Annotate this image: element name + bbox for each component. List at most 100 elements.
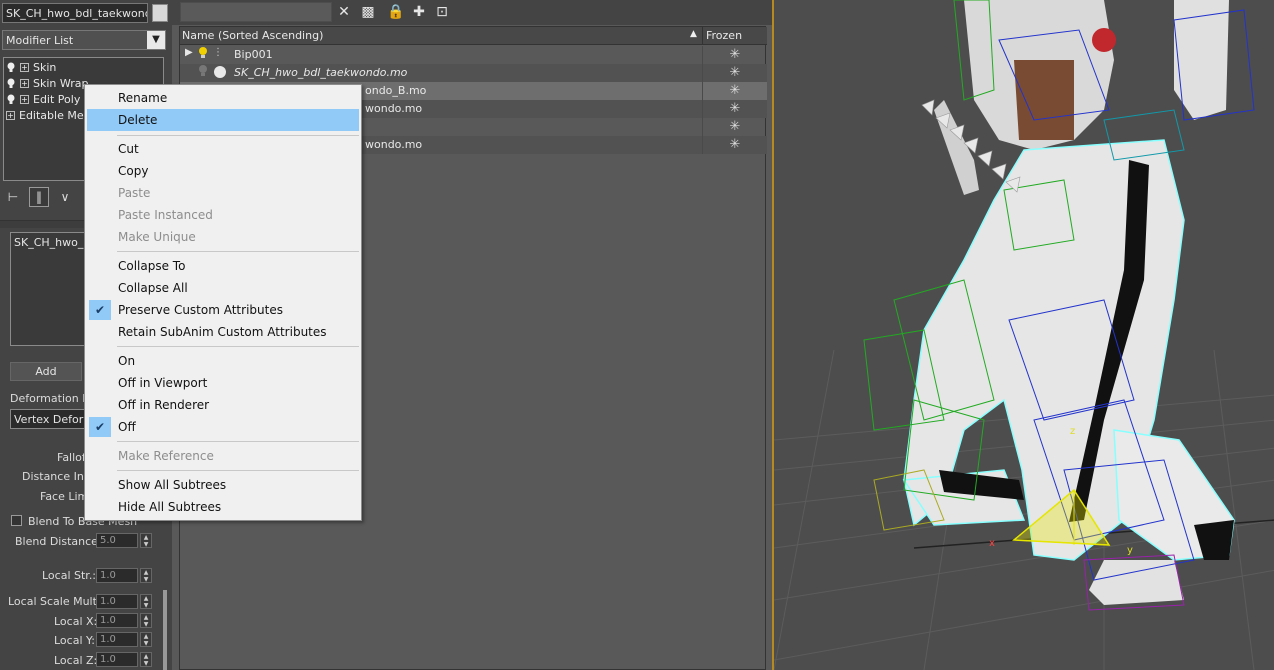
context-menu: Rename Delete Cut Copy Paste Paste Insta… [84,84,362,521]
stack-item-edit-poly[interactable]: + Edit Poly [6,91,80,107]
spinner-arrows-icon[interactable]: ▲ ▼ [140,594,152,609]
object-color-swatch[interactable] [152,4,168,22]
local-scale-mult-label: Local Scale Mult.: [8,595,105,608]
menu-separator [117,346,359,347]
spinner-arrows-icon[interactable]: ▲ ▼ [140,533,152,548]
axis-label-y: y [1127,545,1133,556]
falloff-label: Fallof [57,451,86,464]
stack-item-label: Skin Wrap [33,76,89,90]
checkmark-icon: ✔ [89,417,111,437]
chevron-down-icon[interactable]: ▼ [147,31,165,49]
scene-row-name: SK_CH_hwo_bdl_taekwondo.mo [234,66,408,79]
menu-separator [117,441,359,442]
menu-item-retain-subanim[interactable]: Retain SubAnim Custom Attributes [87,321,359,343]
scene-row[interactable]: SK_CH_hwo_bdl_taekwondo.mo ✳ [180,64,767,82]
scrollbar[interactable] [163,590,167,670]
spinner-arrows-icon[interactable]: ▲ ▼ [140,652,152,667]
blend-distance-label: Blend Distance: [15,535,102,548]
spinner-arrows-icon[interactable]: ▲ ▼ [140,568,152,583]
axis-label-x: x [989,538,995,549]
menu-item-show-all-subtrees[interactable]: Show All Subtrees [87,474,359,496]
menu-item-on[interactable]: On [87,350,359,372]
snowflake-icon[interactable]: ✳ [702,118,767,136]
perspective-viewport[interactable]: x y z [772,0,1274,670]
scene-list-header: Name (Sorted Ascending) ▲ Frozen [180,27,767,45]
spinner-arrows-icon[interactable]: ▲ ▼ [140,613,152,628]
column-header-name[interactable]: Name (Sorted Ascending) [182,29,323,42]
expand-icon[interactable]: + [20,94,29,104]
local-z-spinner[interactable]: 1.0 [96,652,138,667]
snowflake-icon[interactable]: ✳ [702,64,767,82]
snowflake-icon[interactable]: ✳ [702,136,767,154]
stack-item-skin-wrap[interactable]: + Skin Wrap [6,75,89,91]
deformation-engine-dropdown[interactable]: Vertex Deform [10,409,90,429]
menu-item-collapse-all[interactable]: Collapse All [87,277,359,299]
menu-item-paste-instanced[interactable]: Paste Instanced [87,204,359,226]
menu-separator [117,251,359,252]
snowflake-icon[interactable]: ✳ [702,82,767,100]
menu-item-hide-all-subtrees[interactable]: Hide All Subtrees [87,496,359,518]
local-y-label: Local Y: [54,634,95,647]
menu-separator [117,470,359,471]
menu-item-off-in-renderer[interactable]: Off in Renderer [87,394,359,416]
stack-item-label: Edit Poly [33,92,81,106]
column-header-frozen[interactable]: Frozen [702,27,767,45]
expand-icon[interactable]: + [20,62,29,72]
show-end-result-icon[interactable]: ‖ [29,187,49,207]
add-selection-icon[interactable]: ✚ [410,3,428,21]
select-children-icon[interactable]: ⊡ [433,3,451,21]
sphere-icon [213,65,227,82]
menu-item-label: Preserve Custom Attributes [118,303,283,317]
snowflake-icon[interactable]: ✳ [702,46,767,64]
scene-row-name: Bip001 [234,48,273,61]
lightbulb-icon[interactable] [198,46,208,63]
scene-row[interactable]: ▶ ⋮ Bip001 ✳ [180,46,767,64]
expand-arrow-icon[interactable]: ▶ [185,47,193,58]
menu-item-cut[interactable]: Cut [87,138,359,160]
scene-row-name: ondo_B.mo [365,84,427,97]
lightbulb-icon[interactable] [6,77,16,89]
lightbulb-icon[interactable] [6,93,16,105]
target-list-item[interactable]: SK_CH_hwo_b [14,236,90,249]
local-y-spinner[interactable]: 1.0 [96,632,138,647]
lightbulb-icon[interactable] [198,64,208,81]
make-unique-icon[interactable]: ∨ [55,187,75,207]
modifier-list-dropdown[interactable]: Modifier List ▼ [2,30,166,50]
menu-item-delete[interactable]: Delete [87,109,359,131]
expand-icon[interactable]: + [6,110,15,120]
blend-to-base-checkbox[interactable] [11,515,22,526]
menu-item-preserve-custom-attributes[interactable]: ✔ Preserve Custom Attributes [87,299,359,321]
menu-item-paste[interactable]: Paste [87,182,359,204]
stack-item-skin[interactable]: + Skin [6,59,56,75]
pin-stack-icon[interactable]: ⊢ [3,187,23,207]
select-all-icon[interactable]: ▩ [359,3,377,21]
stack-item-editable-mesh[interactable]: + Editable Mesh [6,107,96,123]
lightbulb-icon[interactable] [6,61,16,73]
menu-separator [117,135,359,136]
menu-item-off[interactable]: ✔ Off [87,416,359,438]
object-name-field[interactable]: SK_CH_hwo_bdl_taekwondo_ [2,3,148,23]
checkmark-icon: ✔ [89,300,111,320]
local-str-spinner[interactable]: 1.0 [96,568,138,583]
scene-row-name: wondo.mo [365,138,423,151]
expand-icon[interactable]: + [20,78,29,88]
blend-distance-spinner[interactable]: 5.0 [96,533,138,548]
menu-item-copy[interactable]: Copy [87,160,359,182]
stack-item-label: Skin [33,60,57,74]
menu-item-collapse-to[interactable]: Collapse To [87,255,359,277]
lock-icon[interactable]: 🔒 [387,3,405,21]
snowflake-icon[interactable]: ✳ [702,100,767,118]
menu-item-rename[interactable]: Rename [87,87,359,109]
menu-item-off-in-viewport[interactable]: Off in Viewport [87,372,359,394]
local-z-label: Local Z: [54,654,98,667]
local-scale-mult-spinner[interactable]: 1.0 [96,594,138,609]
search-input[interactable] [180,2,332,22]
axis-label-z: z [1070,426,1075,437]
clear-search-icon[interactable]: ✕ [335,3,353,21]
add-button[interactable]: Add [10,362,82,381]
scene-explorer-toolbar: ✕ ▩ 🔒 ✚ ⊡ [172,0,772,25]
menu-item-make-reference[interactable]: Make Reference [87,445,359,467]
spinner-arrows-icon[interactable]: ▲ ▼ [140,632,152,647]
local-x-spinner[interactable]: 1.0 [96,613,138,628]
menu-item-make-unique[interactable]: Make Unique [87,226,359,248]
